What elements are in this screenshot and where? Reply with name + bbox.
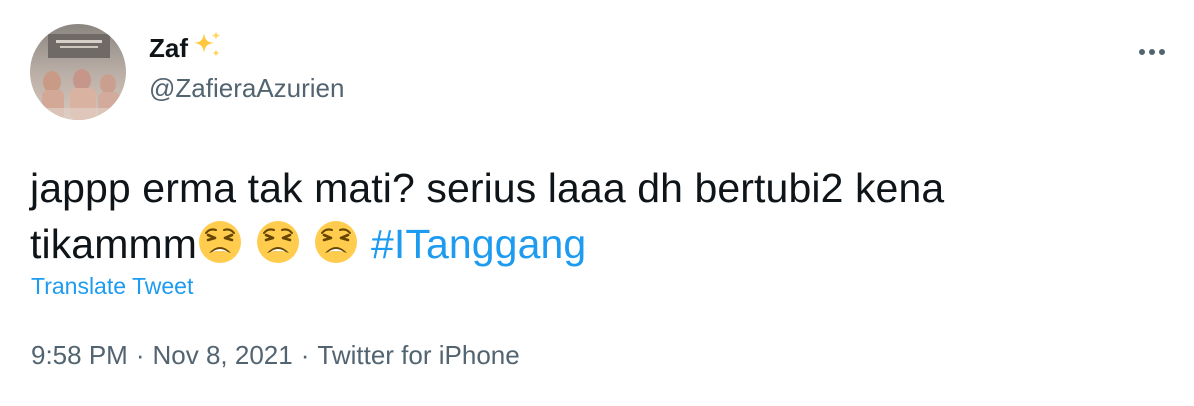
tweet-time[interactable]: 9:58 PM: [31, 340, 128, 371]
tweet-metadata: 9:58 PM · Nov 8, 2021 · Twitter for iPho…: [31, 340, 520, 371]
weary-face-emoji: [313, 219, 359, 265]
hashtag-link[interactable]: #ITanggang: [371, 221, 586, 267]
more-button[interactable]: [1132, 32, 1172, 72]
weary-face-emoji: [255, 219, 301, 265]
handle[interactable]: @ZafieraAzurien: [149, 73, 344, 104]
more-horizontal-icon: [1139, 49, 1165, 55]
avatar[interactable]: [30, 24, 126, 120]
display-name[interactable]: Zaf: [149, 33, 188, 64]
tweet-date[interactable]: Nov 8, 2021: [153, 340, 293, 371]
tweet-text: jappp erma tak mati? serius laaa dh bert…: [30, 160, 1160, 272]
meta-separator: ·: [300, 340, 310, 370]
author-block: Zaf @ZafieraAzurien: [149, 29, 344, 104]
tweet-source[interactable]: Twitter for iPhone: [317, 340, 519, 371]
tweet-text-line1: jappp erma tak mati? serius laaa dh bert…: [30, 165, 945, 211]
meta-separator: ·: [135, 340, 145, 370]
display-name-row: Zaf: [149, 29, 344, 66]
sparkles-icon: [191, 29, 223, 66]
weary-face-emoji: [197, 219, 243, 265]
translate-tweet-link[interactable]: Translate Tweet: [31, 273, 193, 300]
tweet-text-line2: tikammm: [30, 221, 197, 267]
tweet-card: Zaf @ZafieraAzurien jappp erma tak mati?…: [0, 0, 1194, 406]
